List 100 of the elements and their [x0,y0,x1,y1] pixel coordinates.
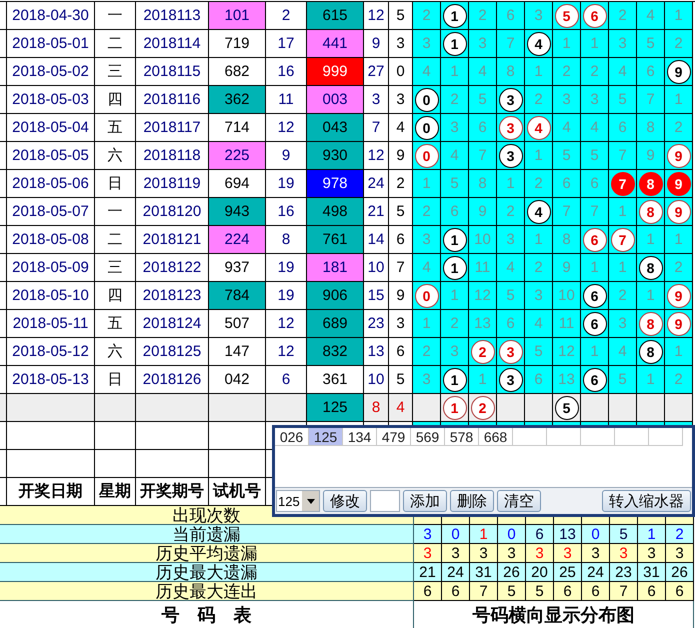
table-cell: 1 [638,525,666,544]
table-cell: 2018115 [136,58,209,86]
table-cell: 3 [609,30,637,58]
table-cell: 5 [609,366,637,394]
table-cell: 101 [209,2,266,30]
toolbar-button[interactable]: 添加 [403,490,447,512]
number-item[interactable]: 479 [377,428,411,446]
table-cell: 2 [553,58,581,86]
date-cell: 2018-05-05 [7,142,95,170]
table-cell: 2018119 [136,170,209,198]
table-cell: 5 [497,282,525,310]
toolbar-button[interactable]: 修改 [323,490,367,512]
table-cell: 7 [389,254,413,282]
table-cell: 5 [609,86,637,114]
table-cell: 003 [307,86,364,114]
table-cell: 19 [266,282,307,310]
table-cell: 147 [209,338,266,366]
table-cell: 1 [497,170,525,198]
table-cell: 3 [582,544,610,563]
table-cell: 3 [526,544,554,563]
table-cell: 24 [364,170,389,198]
table-cell: 3 [497,226,525,254]
table-cell: 1 [609,254,637,282]
table-cell: 1 [525,142,553,170]
date-cell: 2018-05-02 [7,58,95,86]
table-cell: 1 [581,254,609,282]
table-cell: 12 [266,310,307,338]
table-cell: 1 [441,282,469,310]
table-cell: 615 [307,2,364,30]
table-cell: 3 [441,338,469,366]
table-cell: 7 [553,198,581,226]
table-cell: 906 [307,282,364,310]
table-cell: 4 [525,310,553,338]
table-cell: 7 [497,30,525,58]
table-cell: 125 [307,394,364,422]
table-cell: 3 [413,30,441,58]
table-cell: 1 [665,226,693,254]
table-cell: 937 [209,254,266,282]
table-cell: 9 [389,282,413,310]
table-cell: 14 [364,226,389,254]
table-cell: 3 [413,226,441,254]
table-cell: 2018123 [136,282,209,310]
table-cell: 4 [469,58,497,86]
weekday-cell: 六 [95,142,136,170]
table-cell: 3 [364,86,389,114]
number-item[interactable]: 134 [343,428,377,446]
weekday-cell: 五 [95,114,136,142]
table-cell: 9 [364,30,389,58]
table-cell: 689 [307,310,364,338]
table-cell: 1 [581,338,609,366]
table-cell: 1 [441,58,469,86]
table-cell: 1 [665,2,693,30]
table-cell: 2018124 [136,310,209,338]
input-field[interactable] [370,490,400,512]
table-cell: 5 [553,142,581,170]
toolbar-button[interactable]: 转入缩水器 [602,490,691,512]
table-cell: 6 [389,338,413,366]
table-cell: 9 [266,142,307,170]
table-cell: 719 [209,30,266,58]
table-cell: 1 [525,58,553,86]
toolbar-button[interactable]: 删除 [450,490,494,512]
table-cell: 2 [609,282,637,310]
table-cell: 5 [526,582,554,601]
number-item[interactable]: 578 [445,428,479,446]
date-cell: 2018-05-09 [7,254,95,282]
table-cell: 12 [266,338,307,366]
table-cell: 2018118 [136,142,209,170]
table-cell: 20 [526,563,554,582]
toolbar-button[interactable]: 清空 [497,490,541,512]
table-cell: 4 [497,254,525,282]
number-item[interactable]: 668 [479,428,513,446]
table-cell: 1 [413,310,441,338]
table-cell: 2 [581,58,609,86]
weekday-cell: 日 [95,366,136,394]
table-cell: 3 [638,544,666,563]
table-cell: 2 [609,2,637,30]
number-select[interactable]: 125 [276,490,320,512]
table-cell: 6 [389,226,413,254]
number-item[interactable]: 125 [309,428,343,446]
table-cell: 2018121 [136,226,209,254]
date-cell: 2018-05-11 [7,310,95,338]
table-cell: 3 [525,2,553,30]
column-header: 开奖期号 [136,478,209,506]
number-item[interactable]: 569 [411,428,445,446]
table-cell: 2018114 [136,30,209,58]
table-cell: 3 [554,544,582,563]
table-cell: 21 [414,563,442,582]
table-cell: 7 [581,198,609,226]
table-cell: 8 [497,58,525,86]
number-item[interactable]: 026 [275,428,309,446]
table-cell: 19 [266,170,307,198]
table-cell: 930 [307,142,364,170]
table-cell: 6 [469,114,497,142]
table-cell: 2018117 [136,114,209,142]
table-cell: 3 [389,86,413,114]
table-cell: 362 [209,86,266,114]
table-cell: 761 [307,226,364,254]
table-cell: 2 [497,198,525,226]
date-cell: 2018-05-12 [7,338,95,366]
table-cell: 4 [609,338,637,366]
